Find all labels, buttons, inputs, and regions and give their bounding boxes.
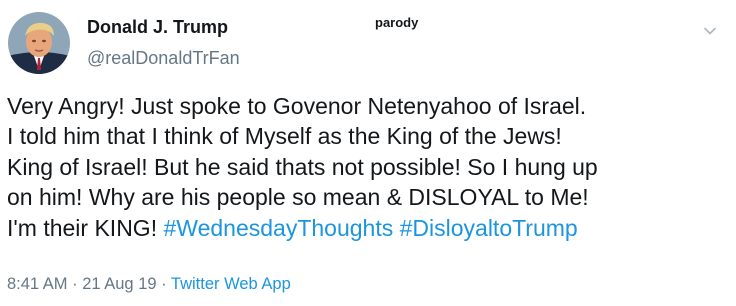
parody-label: parody — [375, 15, 419, 30]
tweet-text-line: Very Angry! Just spoke to Govenor Neteny… — [7, 93, 587, 119]
display-name[interactable]: Donald J. Trump — [87, 17, 228, 38]
avatar[interactable] — [8, 12, 70, 74]
meta-separator: · — [156, 275, 171, 293]
tweet-text-fragment: I'm their KING! — [7, 214, 164, 241]
tweet-text-line: on him! Why are his people so mean & DIS… — [7, 184, 589, 211]
user-handle[interactable]: @realDonaldTrFan — [87, 48, 240, 69]
meta-separator: · — [67, 275, 83, 293]
chevron-down-icon[interactable] — [702, 23, 718, 39]
tweet-card: Donald J. Trump @realDonaldTrFan parody … — [0, 0, 736, 306]
tweet-text-last-line: I'm their KING! #WednesdayThoughts #Disl… — [7, 213, 729, 243]
tweet-text: Very Angry! Just spoke to Govenor Neteny… — [7, 91, 729, 243]
hashtag-link-disloyaltotrump[interactable]: #DisloyaltoTrump — [400, 215, 578, 241]
hashtag-link-wednesdaythoughts[interactable]: #WednesdayThoughts — [163, 215, 393, 241]
tweet-date[interactable]: 21 Aug 19 — [82, 275, 156, 293]
tweet-text-line: I told him that I think of Myself as the… — [7, 123, 562, 150]
tweet-text-line: King of Israel! But he said thats not po… — [7, 153, 598, 180]
tweet-metadata: 8:41 AM · 21 Aug 19 · Twitter Web App — [7, 275, 291, 294]
tweet-source-link[interactable]: Twitter Web App — [171, 275, 291, 293]
tweet-time[interactable]: 8:41 AM — [7, 275, 68, 293]
